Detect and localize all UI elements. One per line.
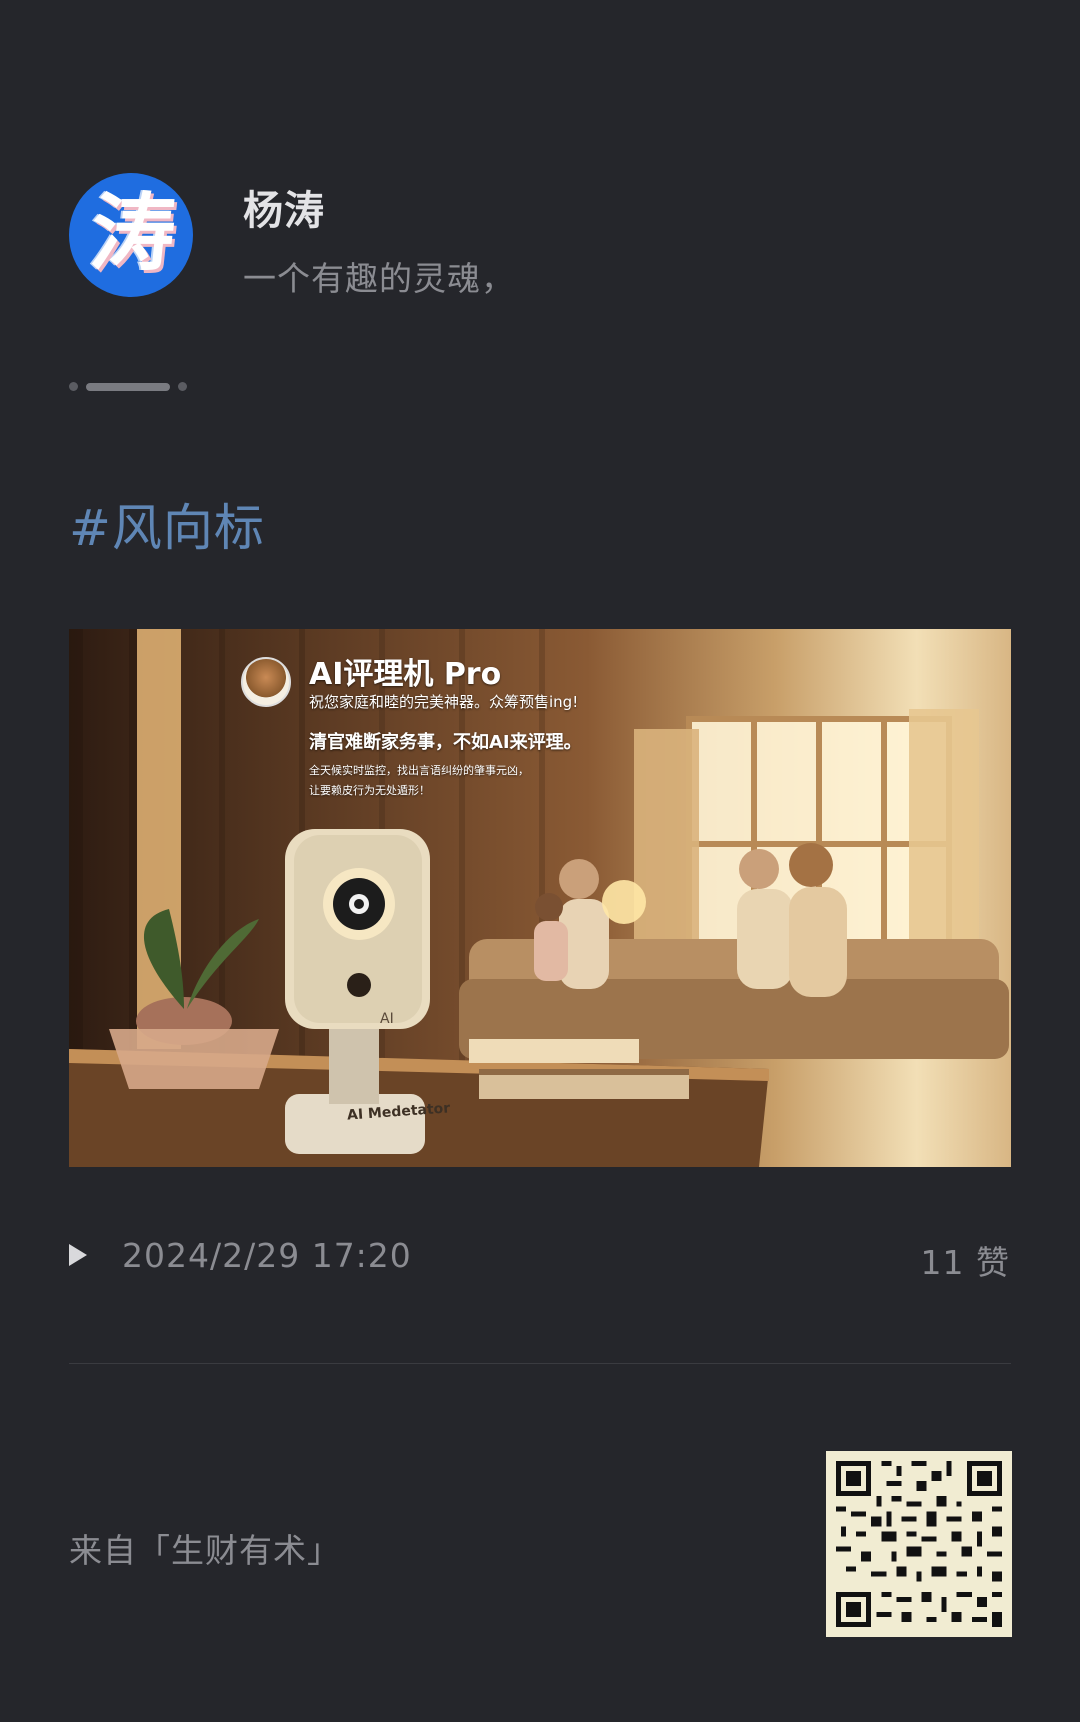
image-brand-avatar — [241, 657, 291, 707]
avatar-glyph: 涛 — [85, 183, 181, 282]
divider — [69, 1363, 1011, 1364]
image-title: AI评理机 Pro — [309, 657, 502, 692]
author-name[interactable]: 杨涛 — [243, 178, 325, 236]
author-bio: 一个有趣的灵魂， — [243, 259, 515, 298]
image-headline: 清官难断家务事，不如AI来评理。 — [309, 732, 582, 753]
qr-code-pattern — [826, 1451, 1012, 1637]
author-avatar[interactable]: 涛 — [69, 173, 193, 297]
post-image[interactable]: AI评理机 Pro 祝您家庭和睦的完美神器。众筹预售ing! 清官难断家务事，不… — [69, 629, 1011, 1167]
pager-dot — [69, 382, 78, 391]
like-count[interactable]: 11 赞 — [921, 1236, 1010, 1284]
pager-dot — [178, 382, 187, 391]
image-caption-line: 让要赖皮行为无处遁形！ — [309, 784, 430, 797]
image-subtitle: 祝您家庭和睦的完美神器。众筹预售ing! — [309, 693, 579, 711]
source-label: 来自「生财有术」 — [69, 1531, 341, 1570]
device-ai-label: AI — [380, 1011, 394, 1027]
play-icon[interactable] — [69, 1244, 87, 1266]
qr-code[interactable] — [826, 1451, 1012, 1637]
image-caption-line: 全天候实时监控，找出言语纠纷的肇事元凶， — [309, 764, 529, 777]
post-timestamp: 2024/2/29 17:20 — [122, 1236, 412, 1275]
hashtag-link[interactable]: #风向标 — [69, 488, 265, 560]
pager-dot-active — [86, 382, 170, 391]
carousel-pager — [69, 382, 187, 391]
